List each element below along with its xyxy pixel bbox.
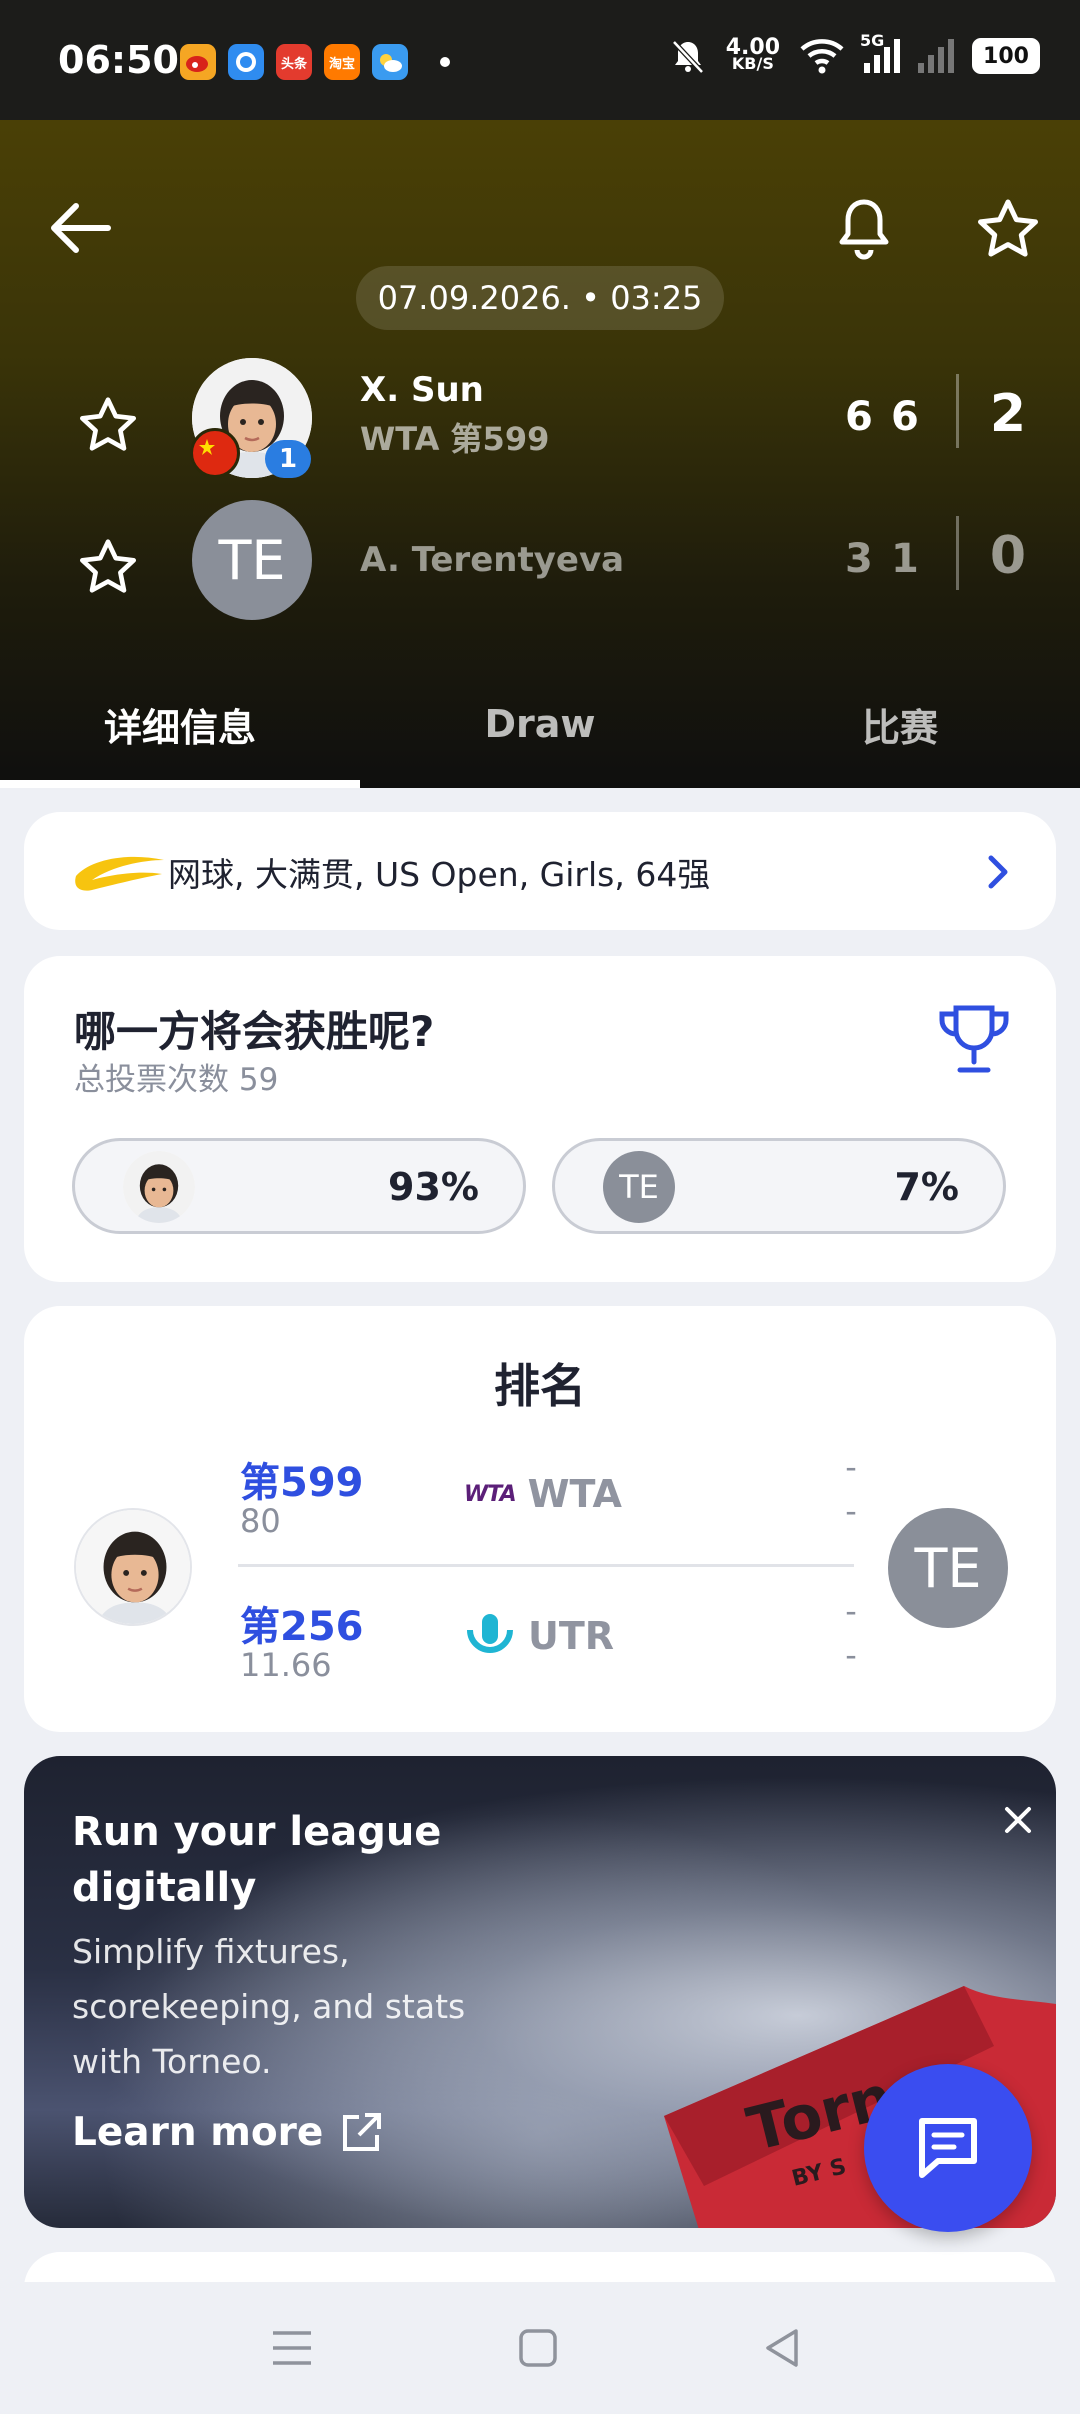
browser-icon bbox=[228, 44, 264, 80]
set-score: 1 bbox=[891, 536, 919, 582]
signal-sim2-icon bbox=[918, 39, 954, 73]
player2-set-scores: 3 1 bbox=[845, 536, 919, 582]
wta-system-label: WTA WTA bbox=[464, 1472, 622, 1516]
score-divider bbox=[956, 516, 959, 590]
favorite-player2-button[interactable] bbox=[72, 530, 144, 602]
ad-description: Simplify fixtures, scorekeeping, and sta… bbox=[72, 1932, 466, 2081]
player1-wta-points: 80 bbox=[240, 1502, 281, 1540]
star-outline-icon bbox=[978, 199, 1038, 257]
back-button[interactable] bbox=[44, 192, 116, 264]
player1-name[interactable]: X. Sun bbox=[360, 370, 484, 410]
set-score: 6 bbox=[891, 394, 919, 440]
seed-badge: 1 bbox=[265, 440, 311, 478]
player1-wta-rank: 第599 bbox=[240, 1460, 364, 1506]
star-outline-icon bbox=[80, 539, 136, 593]
player2-avatar-ranking[interactable]: TE bbox=[888, 1508, 1008, 1628]
weather-icon bbox=[372, 44, 408, 80]
tab-details[interactable]: 详细信息 bbox=[0, 680, 360, 788]
notification-icons: 头条 淘宝 bbox=[180, 44, 450, 80]
utr-logo-icon bbox=[467, 1614, 513, 1653]
chat-icon bbox=[919, 2118, 977, 2178]
match-date: 07.09.2026. • 03:25 bbox=[356, 266, 724, 330]
ad-title: Run your league digitally bbox=[72, 1809, 442, 1911]
weibo-icon bbox=[180, 44, 216, 80]
player1-vote-percent: 93% bbox=[388, 1165, 479, 1209]
favorite-match-button[interactable] bbox=[972, 192, 1044, 264]
win-prediction-card: 哪一方将会获胜呢? 总投票次数 59 93% TE 7% bbox=[24, 956, 1056, 1282]
player1-avatar-small bbox=[123, 1151, 195, 1223]
close-icon bbox=[1005, 1807, 1031, 1833]
signal-5g-icon: 5G bbox=[860, 31, 900, 73]
learn-more-link[interactable]: Learn more bbox=[72, 2110, 383, 2155]
trophy-icon bbox=[939, 1005, 1009, 1073]
player2-avatar-small: TE bbox=[603, 1151, 675, 1223]
ranking-card: 排名 第599 80 WTA WTA - - 第256 11.66 UTR - … bbox=[24, 1306, 1056, 1732]
toutiao-icon: 头条 bbox=[276, 44, 312, 80]
player2-wta-rank: - bbox=[845, 1448, 857, 1486]
player1-sets-won: 2 bbox=[989, 384, 1027, 444]
ranking-divider bbox=[238, 1564, 854, 1567]
player1-set-scores: 6 6 bbox=[845, 394, 919, 440]
star-outline-icon bbox=[80, 397, 136, 451]
match-tabs: 详细信息 Draw 比赛 bbox=[0, 680, 1080, 788]
player2-vote-percent: 7% bbox=[894, 1165, 959, 1209]
player1-row: 1 X. Sun WTA 第599 6 6 2 bbox=[0, 358, 1080, 478]
us-open-logo-icon bbox=[75, 856, 164, 891]
bell-icon bbox=[839, 199, 889, 260]
player2-sets-won: 0 bbox=[989, 526, 1027, 586]
chat-fab-button[interactable] bbox=[864, 2064, 1032, 2232]
player1-avatar-ranking[interactable] bbox=[74, 1508, 192, 1626]
mute-icon bbox=[671, 40, 704, 74]
tab-matches[interactable]: 比赛 bbox=[720, 680, 1080, 788]
set-score: 6 bbox=[845, 394, 873, 440]
player1-utr-rank: 第256 bbox=[240, 1604, 364, 1650]
battery-indicator: 100 bbox=[972, 38, 1040, 74]
player2-utr-rank: - bbox=[845, 1592, 857, 1630]
score-divider bbox=[956, 374, 959, 448]
home-square-icon bbox=[519, 2329, 557, 2367]
favorite-player1-button[interactable] bbox=[72, 388, 144, 460]
vote-player2-button[interactable]: TE 7% bbox=[552, 1138, 1006, 1234]
system-back-button[interactable] bbox=[746, 2312, 818, 2384]
china-flag-icon bbox=[190, 428, 240, 478]
vote-player1-button[interactable]: 93% bbox=[72, 1138, 526, 1234]
player2-avatar[interactable]: TE bbox=[192, 500, 312, 620]
system-nav-bar bbox=[0, 2282, 1080, 2414]
status-right: 4.00 KB/S 5G 100 bbox=[668, 31, 1040, 76]
arrow-left-icon bbox=[51, 203, 111, 253]
external-link-icon bbox=[343, 2112, 382, 2151]
tournament-label: 网球, 大满贯, US Open, Girls, 64强 bbox=[168, 855, 711, 894]
set-score: 3 bbox=[845, 536, 873, 582]
player2-wta-points: - bbox=[845, 1492, 857, 1530]
close-ad-button[interactable] bbox=[986, 1788, 1050, 1852]
ranking-title: 排名 bbox=[494, 1359, 586, 1413]
menu-icon bbox=[273, 2331, 311, 2365]
wta-logo-icon: WTA bbox=[464, 1481, 517, 1507]
status-time: 06:50 bbox=[58, 38, 179, 82]
notification-button[interactable] bbox=[828, 192, 900, 264]
utr-system-label: UTR bbox=[464, 1610, 614, 1662]
more-notifications-dot bbox=[440, 57, 450, 67]
vote-total: 总投票次数 59 bbox=[74, 1062, 279, 1098]
player2-name[interactable]: A. Terentyeva bbox=[360, 540, 624, 580]
taobao-icon: 淘宝 bbox=[324, 44, 360, 80]
player-photo-icon bbox=[123, 1151, 195, 1223]
recent-apps-button[interactable] bbox=[256, 2312, 328, 2384]
chevron-right-icon bbox=[968, 842, 1028, 902]
home-button[interactable] bbox=[502, 2312, 574, 2384]
vote-title: 哪一方将会获胜呢? bbox=[74, 1007, 435, 1056]
match-header: 07.09.2026. • 03:25 1 X. Sun WTA 第599 6 … bbox=[0, 120, 1080, 788]
status-bar: 06:50 头条 淘宝 4.00 KB/S 5G 100 bbox=[0, 0, 1080, 120]
triangle-back-icon bbox=[766, 2329, 798, 2367]
player2-utr-points: - bbox=[845, 1636, 857, 1674]
tab-draw[interactable]: Draw bbox=[360, 680, 720, 788]
player-photo-icon bbox=[76, 1510, 190, 1624]
wifi-icon bbox=[800, 39, 844, 74]
player1-utr-points: 11.66 bbox=[240, 1646, 332, 1684]
player2-row: TE A. Terentyeva 3 1 0 bbox=[0, 500, 1080, 620]
tournament-link[interactable]: 网球, 大满贯, US Open, Girls, 64强 bbox=[24, 812, 1056, 930]
net-speed: 4.00 KB/S bbox=[725, 35, 780, 73]
player1-ranking: WTA 第599 bbox=[360, 420, 550, 458]
